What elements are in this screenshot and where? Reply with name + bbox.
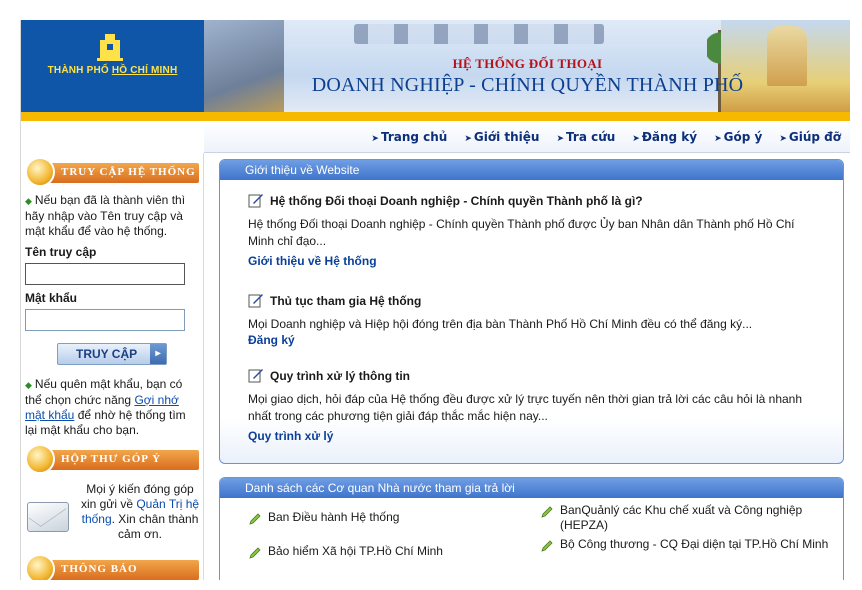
agency-item[interactable]: BanQuảnlý các Khu chế xuất và Công nghiệ…	[541, 503, 830, 533]
access-title: TRUY CẬP HỆ THỐNG	[61, 166, 196, 178]
forgot-password-note: ◆ Nếu quên mật khẩu, bạn có thể chọn chức…	[25, 377, 195, 438]
logo-text: THÀNH PHỐ HỒ CHÍ MINH	[21, 65, 204, 76]
register-link[interactable]: Đăng ký	[248, 333, 295, 347]
pencil-icon	[249, 547, 261, 559]
access-header: TRUY CẬP HỆ THỐNG	[25, 157, 199, 187]
nav-label: Tra cứu	[566, 130, 616, 144]
nav-feedback[interactable]: ➤ Góp ý	[714, 130, 762, 144]
mailbox-header: HỘP THƯ GÓP Ý	[25, 444, 199, 474]
login-button-label: TRUY CẬP	[76, 347, 138, 361]
nav-home[interactable]: ➤ Trang chủ	[371, 130, 447, 144]
arrow-icon: ➤	[464, 134, 472, 144]
intro-item-title[interactable]: Thủ tục tham gia Hệ thống	[248, 294, 823, 308]
nav-label: Trang chủ	[380, 130, 448, 144]
city-hall-icon	[97, 34, 123, 61]
banner-title-2: DOANH NGHIỆP - CHÍNH QUYỀN THÀNH PHỐ	[311, 74, 744, 96]
intro-item-title-text: Quy trình xử lý thông tin	[270, 369, 411, 383]
intro-item-desc: Mọi Doanh nghiệp và Hiệp hội đóng trên đ…	[248, 317, 753, 331]
username-label: Tên truy cập	[25, 245, 97, 259]
notice-icon	[25, 554, 55, 580]
edit-icon	[248, 369, 263, 383]
agency-label: Bảo hiểm Xã hội TP.Hồ Chí Minh	[268, 544, 443, 558]
bullet-icon: ◆	[25, 196, 32, 206]
nav-lookup[interactable]: ➤ Tra cứu	[556, 130, 615, 144]
intro-item-title[interactable]: Quy trình xử lý thông tin	[248, 369, 823, 383]
intro-item-title-text: Hệ thống Đối thoại Doanh nghiệp - Chính …	[270, 194, 643, 208]
banner-bottom-strip	[204, 112, 850, 121]
arrow-icon: ➤	[556, 134, 565, 144]
logo-line2: HỒ CHÍ MINH	[111, 65, 178, 76]
agency-label: BanQuảnlý các Khu chế xuất và Công nghiệ…	[560, 503, 803, 532]
chevron-right-icon: ▸	[150, 344, 166, 364]
envelope-icon	[27, 502, 69, 532]
banner-title-1: HỆ THỐNG ĐỐI THOẠI	[452, 56, 603, 71]
arrow-icon: ➤	[632, 134, 640, 144]
logo-line1: THÀNH PHỐ	[47, 65, 109, 76]
nav-label: Giới thiệu	[473, 130, 540, 144]
nav-about[interactable]: ➤ Giới thiệu	[464, 130, 539, 144]
pencil-icon	[541, 540, 553, 552]
login-intro-text: Nếu bạn đã là thành viên thì hãy nhập và…	[25, 193, 186, 238]
agency-label: Bộ Công thương - CQ Đại diện tại TP.Hồ C…	[560, 537, 829, 551]
login-intro: ◆ Nếu bạn đã là thành viên thì hãy nhập v…	[25, 193, 195, 239]
intro-item-desc: Hệ thống Đối thoại Doanh nghiệp - Chính …	[248, 217, 795, 248]
hand-icon	[25, 157, 55, 187]
agencies-panel: Danh sách các Cơ quan Nhà nước tham gia …	[219, 477, 844, 580]
intro-item: Quy trình xử lý thông tin Mọi giao dịch,…	[220, 369, 843, 443]
mailbox-text-post: . Xin chân thành cảm ơn.	[111, 512, 199, 541]
password-label: Mật khẩu	[25, 291, 78, 305]
arrow-icon: ➤	[371, 134, 379, 144]
sidebar: TRUY CẬP HỆ THỐNG ◆ Nếu bạn đã là thành v…	[21, 153, 204, 580]
nav-label: Đăng ký	[641, 130, 698, 144]
agency-label: Ban Điều hành Hệ thống	[268, 510, 400, 524]
intro-item-title-text: Thủ tục tham gia Hệ thống	[270, 294, 422, 308]
mailbox-title: HỘP THƯ GÓP Ý	[61, 453, 162, 465]
page-frame: THÀNH PHỐ HỒ CHÍ MINH HỆ THỐNG ĐỐI THOẠI…	[20, 20, 850, 580]
intro-item-title[interactable]: Hệ thống Đối thoại Doanh nghiệp - Chính …	[248, 194, 823, 208]
intro-panel-title: Giới thiệu về Website	[220, 160, 843, 180]
intro-item: Thủ tục tham gia Hệ thống Mọi Doanh nghi…	[220, 294, 843, 347]
nav-label: Giúp đỡ	[788, 130, 841, 144]
mailbox-icon	[25, 444, 55, 474]
pencil-icon	[541, 506, 553, 518]
arrow-icon: ➤	[714, 134, 722, 144]
mailbox-section: Mọi ý kiến đóng góp xin gửi về Quản Trị …	[21, 480, 203, 550]
banner-photo-people	[354, 24, 604, 44]
username-input[interactable]	[25, 263, 185, 285]
agency-list: Ban Điều hành Hệ thống BanQuảnlý các Khu…	[220, 498, 843, 580]
header-banner: HỆ THỐNG ĐỐI THOẠI DOANH NGHIỆP - CHÍNH …	[204, 20, 850, 121]
mailbox-text: Mọi ý kiến đóng góp xin gửi về Quản Trị …	[79, 482, 201, 542]
notice-header: THÔNG BÁO	[25, 554, 199, 580]
edit-icon	[248, 194, 263, 208]
arrow-icon: ➤	[779, 134, 787, 144]
agency-item[interactable]: Bộ Công thương - CQ Đại diện tại TP.Hồ C…	[541, 537, 830, 552]
intro-panel: Giới thiệu về Website Hệ thống Đối thoại…	[219, 159, 844, 464]
bullet-icon: ◆	[25, 380, 32, 390]
pencil-icon	[249, 513, 261, 525]
login-form: ◆ Nếu bạn đã là thành viên thì hãy nhập v…	[21, 187, 203, 438]
process-link[interactable]: Quy trình xử lý	[248, 429, 333, 443]
notice-title: THÔNG BÁO	[61, 563, 138, 575]
agency-item[interactable]: Ban Điều hành Hệ thống	[249, 510, 528, 525]
nav-help[interactable]: ➤ Giúp đỡ	[779, 130, 841, 144]
city-logo[interactable]: THÀNH PHỐ HỒ CHÍ MINH	[21, 20, 204, 112]
password-input[interactable]	[25, 309, 185, 331]
intro-item: Hệ thống Đối thoại Doanh nghiệp - Chính …	[220, 194, 843, 268]
login-button[interactable]: TRUY CẬP ▸	[57, 343, 167, 365]
about-system-link[interactable]: Giới thiệu về Hệ thống	[248, 254, 377, 268]
logo-strip	[21, 112, 204, 121]
main-nav: ➤ Trang chủ ➤ Giới thiệu ➤ Tra cứu ➤ Đăng ký…	[204, 121, 850, 153]
nav-label: Góp ý	[723, 130, 763, 144]
edit-icon	[248, 294, 263, 308]
intro-item-desc: Mọi giao dịch, hỏi đáp của Hệ thống đều …	[248, 392, 803, 423]
nav-register[interactable]: ➤ Đăng ký	[632, 130, 697, 144]
agency-item[interactable]: Bảo hiểm Xã hội TP.Hồ Chí Minh	[249, 544, 528, 559]
agencies-panel-title: Danh sách các Cơ quan Nhà nước tham gia …	[220, 478, 843, 498]
